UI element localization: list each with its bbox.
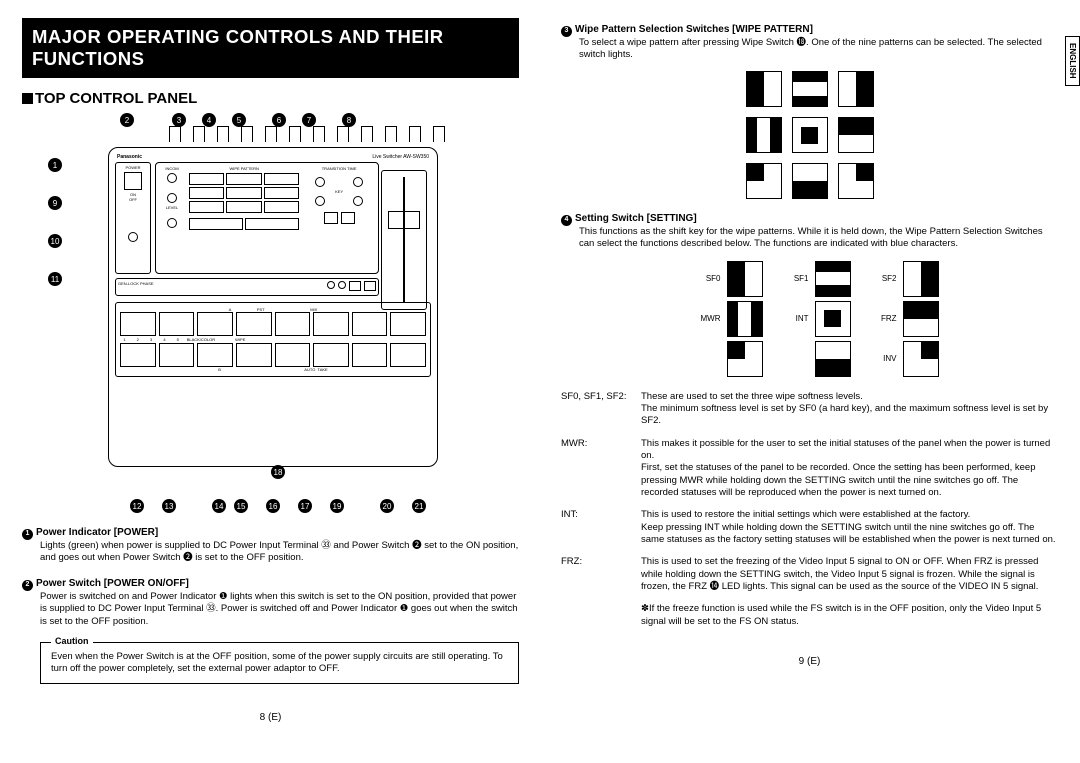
caution-box: Caution Even when the Power Switch is at… [40,642,519,685]
item1-body: Lights (green) when power is supplied to… [40,540,519,564]
lbl-sf0: SF0 [681,274,721,283]
callout-21: 21 [412,499,426,513]
callout-7: 7 [302,113,316,127]
lbl-inv: INV [857,354,897,363]
language-tab: ENGLISH [1065,36,1080,86]
setting-description-table: SF0, SF1, SF2:These are used to set the … [561,391,1058,594]
panel-outline: Panasonic Live Switcher AW-SW350 POWERON… [108,147,438,467]
mwr-icon [727,301,763,337]
lbl-mwr: MWR [681,314,721,323]
callout-16: 16 [266,499,280,513]
lbl-sf2: SF2 [857,274,897,283]
item4-num: 4 [561,215,572,226]
item1-title: Power Indicator [POWER] [36,527,158,538]
wipe-5-icon [792,117,828,153]
setting-function-grid: SF0 SF1 SF2 MWR INT FRZ INV [561,261,1058,377]
page-number-left: 8 (E) [22,712,519,723]
page-spread: MAJOR OPERATING CONTROLS AND THEIR FUNCT… [22,18,1058,723]
wipe-pattern-grid [561,71,1058,199]
left-page: MAJOR OPERATING CONTROLS AND THEIR FUNCT… [22,18,519,723]
lbl-frz: FRZ [857,314,897,323]
wipe-7-icon [746,163,782,199]
item3-body: To select a wipe pattern after pressing … [579,37,1058,61]
set7-icon [727,341,763,377]
lbl-sf1: SF1 [769,274,809,283]
panel-header: Panasonic Live Switcher AW-SW350 [117,154,429,160]
freeze-note: ✽If the freeze function is used while th… [641,603,1058,628]
caution-body: Even when the Power Switch is at the OFF… [51,651,503,674]
brand-label: Panasonic [117,154,142,160]
panel-schematic: 2 3 4 5 6 7 8 1 9 10 11 [48,113,468,513]
wipe-8-icon [792,163,828,199]
wipe-4-icon [746,117,782,153]
callout-14: 14 [212,499,226,513]
callout-2: 2 [120,113,134,127]
item-wipe-pattern: 3Wipe Pattern Selection Switches [WIPE P… [561,24,1058,61]
desc-frz-val: This is used to set the freezing of the … [641,556,1058,593]
lbl-int: INT [769,314,809,323]
desc-mwr-key: MWR: [561,438,641,500]
desc-sf-val: These are used to set the three wipe sof… [641,391,1058,428]
banner-title: MAJOR OPERATING CONTROLS AND THEIR FUNCT… [22,18,519,78]
section-title: TOP CONTROL PANEL [22,90,519,107]
callout-18: 18 [271,465,285,479]
item-setting-switch: 4Setting Switch [SETTING] This functions… [561,213,1058,250]
item4-body: This functions as the shift key for the … [579,226,1058,250]
model-label: Live Switcher AW-SW350 [372,154,429,160]
item3-title: Wipe Pattern Selection Switches [WIPE PA… [575,24,813,35]
sf0-icon [727,261,763,297]
top-callouts: 2 3 4 5 6 7 8 [8,113,468,127]
right-page: 3Wipe Pattern Selection Switches [WIPE P… [561,18,1058,723]
desc-int-key: INT: [561,509,641,546]
wipe-6-icon [838,117,874,153]
callout-13: 13 [162,499,176,513]
wipe-3-icon [838,71,874,107]
callout-11: 11 [48,272,62,286]
callout-5: 5 [232,113,246,127]
top-jacks [169,126,419,142]
callout-3: 3 [172,113,186,127]
t-bar [381,170,427,310]
callout-8: 8 [342,113,356,127]
square-bullet-icon [22,93,33,104]
wipe-1-icon [746,71,782,107]
bottom-callouts: 18 [88,485,468,499]
desc-sf-key: SF0, SF1, SF2: [561,391,641,428]
callout-12: 12 [130,499,144,513]
desc-mwr-val: This makes it possible for the user to s… [641,438,1058,500]
sf1-icon [815,261,851,297]
callout-1: 1 [48,158,62,172]
item2-title: Power Switch [POWER ON/OFF] [36,578,189,589]
callout-17: 17 [298,499,312,513]
wipe-2-icon [792,71,828,107]
callout-9: 9 [48,196,62,210]
left-callouts: 1 9 10 11 [48,158,62,286]
section-title-text: TOP CONTROL PANEL [35,90,197,107]
callout-19: 19 [330,499,344,513]
desc-int-val: This is used to restore the initial sett… [641,509,1058,546]
callout-10: 10 [48,234,62,248]
sf2-icon [903,261,939,297]
desc-frz-key: FRZ: [561,556,641,593]
item-power-switch: 2Power Switch [POWER ON/OFF] Power is sw… [22,578,519,627]
bottom-callouts-row: 12 13 14 15 16 17 19 20 21 [88,499,468,513]
callout-6: 6 [272,113,286,127]
wipe-9-icon [838,163,874,199]
item2-num: 2 [22,580,33,591]
caution-label: Caution [51,636,93,648]
item-power-indicator: 1Power Indicator [POWER] Lights (green) … [22,527,519,564]
callout-20: 20 [380,499,394,513]
set8-icon [815,341,851,377]
item3-num: 3 [561,26,572,37]
callout-4: 4 [202,113,216,127]
frz-icon [903,301,939,337]
int-icon [815,301,851,337]
item1-num: 1 [22,529,33,540]
item2-body: Power is switched on and Power Indicator… [40,591,519,627]
inv-icon [903,341,939,377]
callout-15: 15 [234,499,248,513]
item4-title: Setting Switch [SETTING] [575,213,697,224]
page-number-right: 9 (E) [561,656,1058,667]
